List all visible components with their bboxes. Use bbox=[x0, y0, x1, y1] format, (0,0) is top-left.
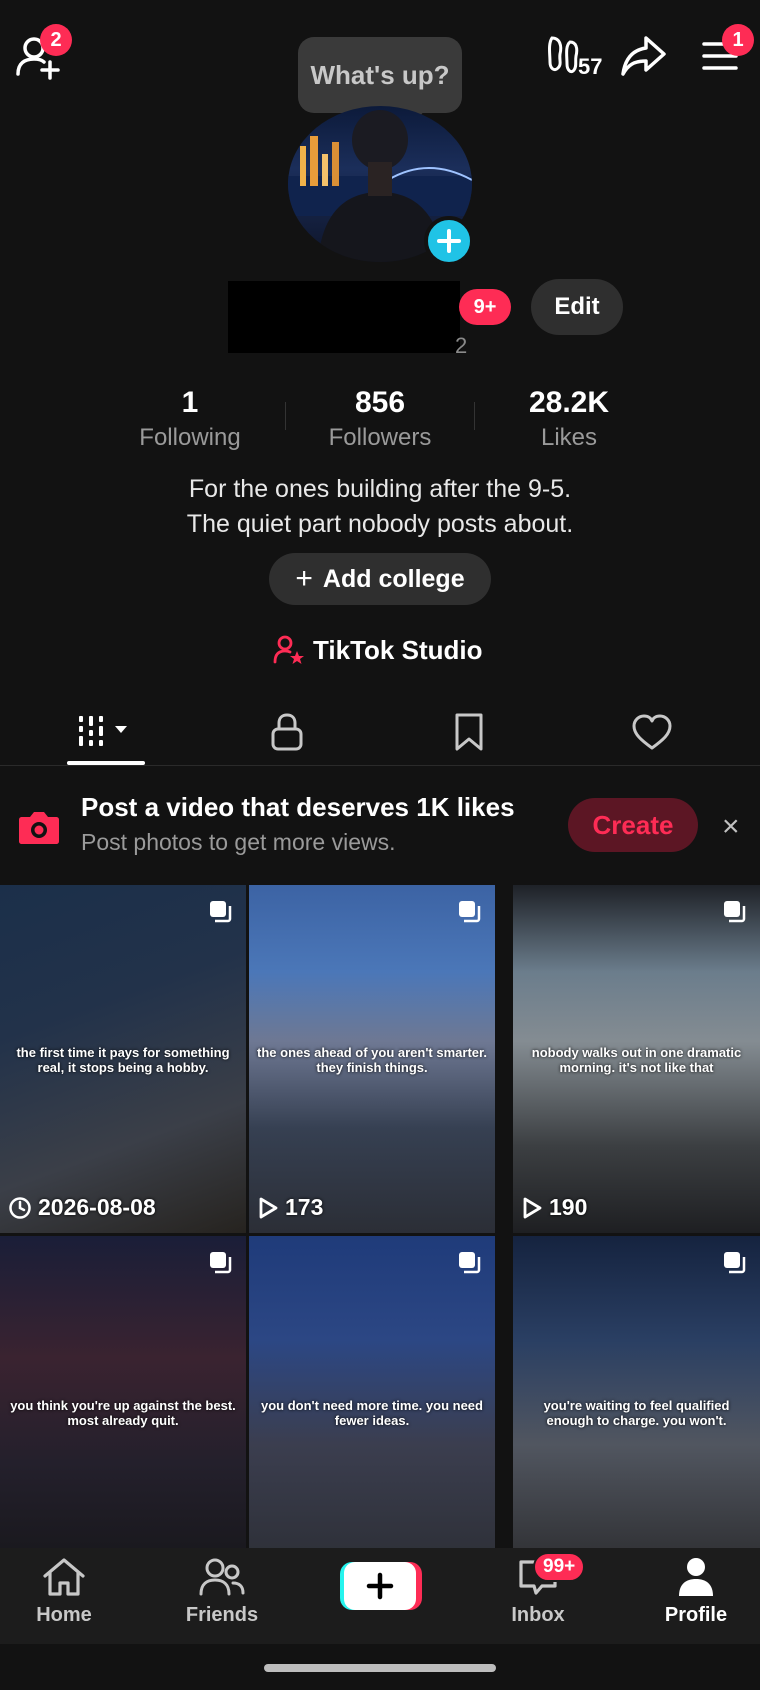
nav-home-label: Home bbox=[36, 1604, 92, 1626]
inbox-badge: 99+ bbox=[533, 1552, 586, 1582]
bio-line: For the ones building after the 9-5. bbox=[188, 475, 572, 503]
friends-icon bbox=[199, 1558, 245, 1596]
tab-saved[interactable] bbox=[374, 700, 564, 764]
video-tile[interactable]: you're waiting to feel qualified enough … bbox=[513, 1236, 760, 1584]
bookmark-icon bbox=[455, 713, 483, 751]
play-icon bbox=[259, 1197, 278, 1218]
lock-icon bbox=[271, 713, 303, 751]
camera-icon bbox=[18, 809, 60, 845]
following-label: Following bbox=[139, 424, 241, 451]
video-caption: nobody walks out in one dramatic morning… bbox=[531, 1045, 742, 1075]
video-tile[interactable]: nobody walks out in one dramatic morning… bbox=[513, 885, 760, 1233]
home-icon bbox=[43, 1558, 85, 1596]
view-count: 190 bbox=[549, 1194, 588, 1220]
add-friend-button[interactable]: 2 bbox=[14, 24, 72, 82]
video-meta: 173 bbox=[257, 1194, 323, 1221]
clock-icon bbox=[9, 1196, 31, 1219]
add-friend-badge: 2 bbox=[40, 24, 72, 56]
share-arrow-icon bbox=[621, 36, 666, 76]
multi-photo-icon bbox=[459, 901, 481, 923]
likes-stat[interactable]: 28.2K Likes bbox=[469, 386, 669, 452]
video-caption: you think you're up against the best. mo… bbox=[10, 1398, 236, 1428]
video-tile[interactable]: the first time it pays for something rea… bbox=[0, 885, 246, 1233]
home-indicator[interactable] bbox=[264, 1664, 496, 1672]
tab-videos[interactable] bbox=[10, 700, 200, 764]
studio-person-star-icon bbox=[273, 635, 304, 664]
multi-photo-icon bbox=[724, 901, 746, 923]
nav-home[interactable]: Home bbox=[4, 1556, 124, 1636]
followers-count: 856 bbox=[354, 386, 406, 419]
bio-line: The quiet part nobody posts about. bbox=[186, 510, 574, 538]
plus-icon: + bbox=[295, 562, 313, 595]
nav-profile[interactable]: Profile bbox=[636, 1556, 756, 1636]
nav-profile-label: Profile bbox=[664, 1604, 728, 1626]
tab-liked[interactable] bbox=[557, 700, 747, 764]
add-story-button[interactable] bbox=[424, 216, 474, 266]
play-icon bbox=[523, 1197, 542, 1218]
profile-icon bbox=[679, 1558, 713, 1596]
video-caption: the first time it pays for something rea… bbox=[16, 1045, 230, 1075]
menu-badge: 1 bbox=[722, 24, 754, 56]
multi-photo-icon bbox=[724, 1252, 746, 1274]
nav-friends-label: Friends bbox=[185, 1604, 259, 1626]
scheduled-date: 2026-08-08 bbox=[38, 1194, 156, 1220]
level-badge[interactable]: 9+ bbox=[459, 289, 511, 325]
following-count: 1 bbox=[181, 386, 199, 419]
add-college-button[interactable]: + Add college bbox=[269, 553, 491, 605]
studio-label: TikTok Studio bbox=[313, 634, 483, 665]
tab-private[interactable] bbox=[192, 700, 382, 764]
tiktok-studio-link[interactable]: TikTok Studio bbox=[273, 630, 482, 670]
whats-up-bubble[interactable]: What's up? bbox=[298, 37, 462, 113]
followers-label: Followers bbox=[328, 424, 432, 451]
followers-stat[interactable]: 856 Followers bbox=[280, 386, 480, 452]
close-icon[interactable]: × bbox=[722, 810, 740, 844]
multi-photo-icon bbox=[210, 1252, 232, 1274]
bio: For the ones building after the 9-5. The… bbox=[0, 472, 760, 542]
profile-views-count: 57 bbox=[578, 54, 603, 79]
plus-icon bbox=[437, 229, 461, 253]
multi-photo-icon bbox=[210, 901, 232, 923]
nav-inbox-label: Inbox bbox=[511, 1604, 565, 1626]
likes-count: 28.2K bbox=[528, 386, 610, 419]
username-suffix: 2 bbox=[455, 333, 468, 358]
video-meta: 190 bbox=[521, 1194, 587, 1221]
nav-friends[interactable]: Friends bbox=[162, 1556, 282, 1636]
video-tile[interactable]: the ones ahead of you aren't smarter. th… bbox=[249, 885, 495, 1233]
add-college-label: Add college bbox=[322, 564, 465, 593]
create-post-button[interactable] bbox=[338, 1560, 422, 1612]
likes-label: Likes bbox=[540, 424, 598, 451]
view-count: 173 bbox=[285, 1194, 324, 1220]
edit-profile-button[interactable]: Edit bbox=[531, 279, 623, 335]
following-stat[interactable]: 1 Following bbox=[90, 386, 290, 452]
video-caption: you don't need more time. you need fewer… bbox=[261, 1398, 483, 1428]
video-caption: you're waiting to feel qualified enough … bbox=[543, 1398, 730, 1428]
share-profile-button[interactable] bbox=[620, 34, 668, 78]
video-meta: 2026-08-08 bbox=[8, 1194, 156, 1221]
multi-photo-icon bbox=[459, 1252, 481, 1274]
footprint-icon bbox=[548, 36, 579, 74]
video-caption: the ones ahead of you aren't smarter. th… bbox=[257, 1045, 487, 1075]
promo-subtitle: Post photos to get more views. bbox=[81, 829, 396, 855]
create-button[interactable]: Create bbox=[568, 798, 698, 852]
grid-icon bbox=[79, 716, 127, 746]
plus-icon bbox=[340, 1562, 422, 1610]
video-tile[interactable]: you don't need more time. you need fewer… bbox=[249, 1236, 495, 1584]
heart-icon bbox=[632, 714, 672, 750]
video-tile[interactable]: you think you're up against the best. mo… bbox=[0, 1236, 246, 1584]
username-redacted bbox=[228, 281, 460, 353]
promo-title: Post a video that deserves 1K likes bbox=[81, 792, 515, 822]
